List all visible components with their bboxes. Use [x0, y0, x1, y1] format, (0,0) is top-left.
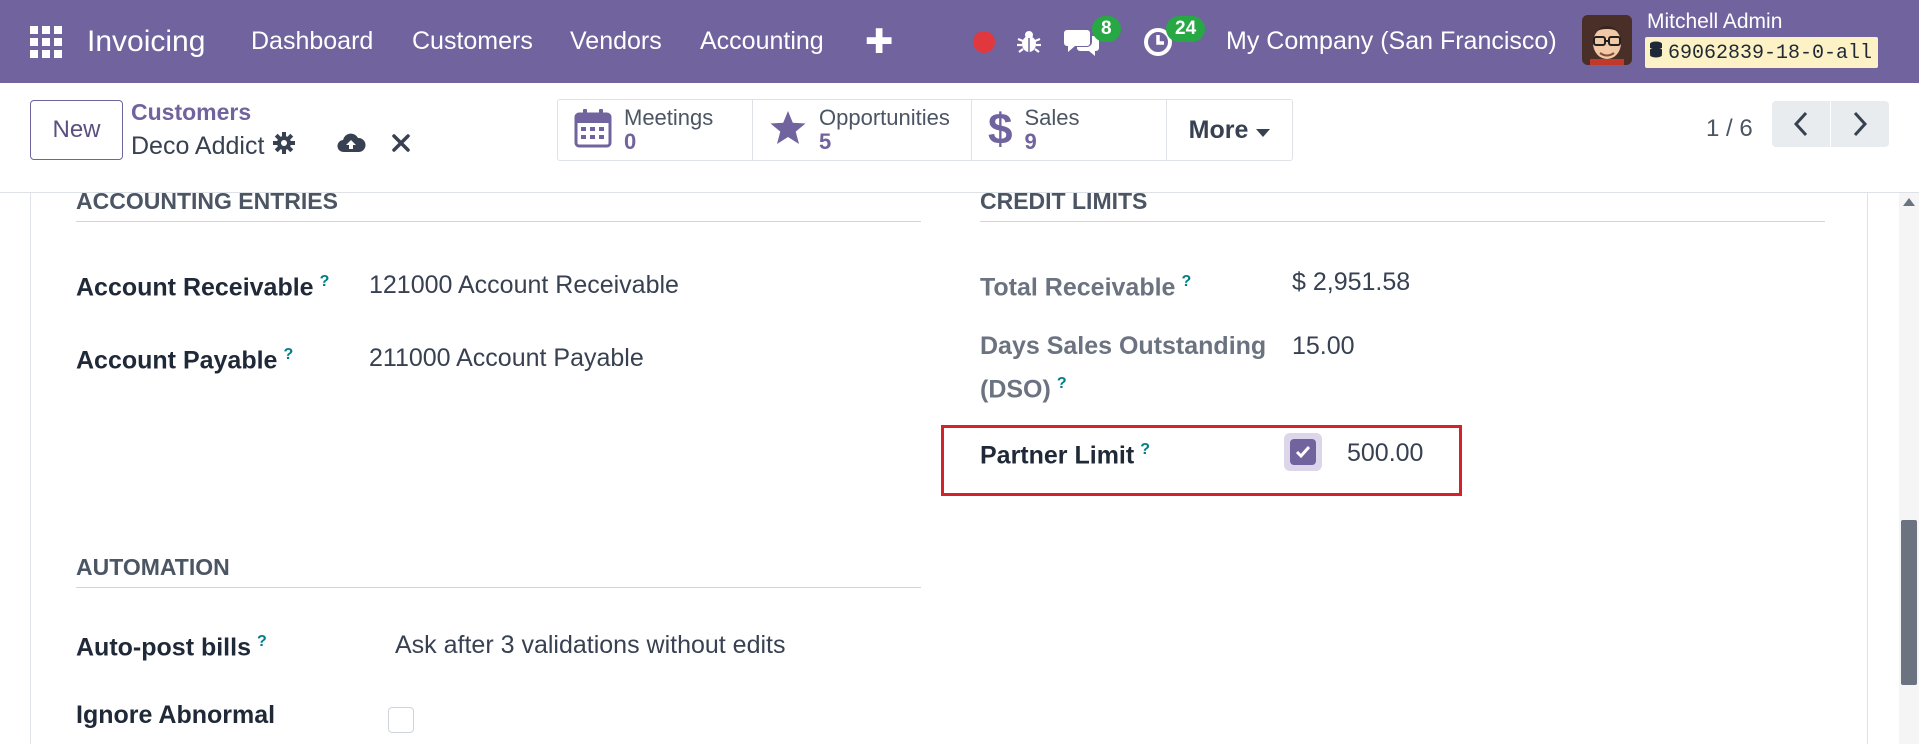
- database-badge: 69062839-18-0-all: [1645, 37, 1879, 68]
- bug-icon[interactable]: [1016, 0, 1042, 83]
- help-icon[interactable]: ?: [1057, 375, 1067, 392]
- menu-dashboard[interactable]: Dashboard: [251, 0, 373, 83]
- account-payable-label-wrap: Account Payable?: [76, 336, 293, 379]
- account-payable-field[interactable]: 211000 Account Payable: [369, 339, 644, 377]
- meetings-button[interactable]: Meetings 0: [558, 100, 753, 160]
- control-panel: New Customers Deco Addict Meetings 0 Opp…: [0, 83, 1919, 193]
- top-navbar: Invoicing Dashboard Customers Vendors Ac…: [0, 0, 1919, 83]
- dollar-icon: $: [988, 105, 1013, 154]
- dso-value: 15.00: [1292, 332, 1355, 360]
- accounting-entries-title: ACCOUNTING ENTRIES: [76, 188, 921, 222]
- activity-clock-icon[interactable]: [1142, 0, 1174, 83]
- automation-title: AUTOMATION: [76, 554, 921, 588]
- meetings-label: Meetings: [624, 105, 714, 130]
- discard-close-icon[interactable]: [390, 132, 412, 159]
- total-receivable-value: $ 2,951.58: [1292, 268, 1411, 296]
- pager-previous-button[interactable]: [1772, 101, 1830, 147]
- form-sheet: ACCOUNTING ENTRIES Account Receivable? 1…: [30, 188, 1868, 744]
- chevron-left-icon: [1793, 111, 1808, 137]
- new-button[interactable]: New: [30, 100, 123, 160]
- highlight-box: [941, 425, 1462, 496]
- menu-accounting[interactable]: Accounting: [700, 0, 824, 83]
- app-brand[interactable]: Invoicing: [87, 0, 205, 83]
- total-receivable-label: Total Receivable: [980, 273, 1176, 302]
- chat-icon[interactable]: [1063, 0, 1101, 83]
- record-icon[interactable]: [973, 0, 995, 83]
- opportunities-label: Opportunities: [819, 105, 950, 130]
- database-icon: [1649, 41, 1663, 66]
- plus-icon[interactable]: ✚: [865, 0, 894, 83]
- pager-next-button[interactable]: [1831, 101, 1889, 147]
- sales-count: 9: [1024, 129, 1037, 154]
- credit-limits-title: CREDIT LIMITS: [980, 188, 1825, 222]
- dso-label-line1: Days Sales Outstanding: [980, 332, 1267, 360]
- user-avatar[interactable]: [1582, 15, 1632, 65]
- opportunities-count: 5: [819, 129, 832, 154]
- meetings-count: 0: [624, 129, 637, 154]
- menu-vendors[interactable]: Vendors: [570, 0, 662, 83]
- more-label: More: [1188, 115, 1249, 144]
- help-icon[interactable]: ?: [320, 273, 330, 290]
- total-receivable-label-wrap: Total Receivable?: [980, 263, 1191, 306]
- opportunities-button[interactable]: Opportunities 5: [753, 100, 972, 160]
- account-receivable-label-wrap: Account Receivable?: [76, 263, 329, 306]
- menu-customers[interactable]: Customers: [412, 0, 533, 83]
- save-cloud-icon[interactable]: [336, 132, 366, 161]
- sales-button[interactable]: $ Sales 9: [972, 100, 1167, 160]
- scrollbar-thumb[interactable]: [1901, 520, 1917, 685]
- auto-post-label: Auto-post bills: [76, 633, 251, 662]
- company-switcher[interactable]: My Company (San Francisco): [1226, 0, 1557, 83]
- user-name[interactable]: Mitchell Admin: [1647, 10, 1782, 34]
- dso-label-line2: (DSO): [980, 375, 1051, 404]
- breadcrumb-current: Deco Addict: [131, 131, 296, 162]
- ignore-abnormal-label: Ignore Abnormal: [76, 701, 276, 729]
- smart-buttons: Meetings 0 Opportunities 5 $ Sales 9 Mor: [557, 99, 1293, 161]
- activity-count-badge: 24: [1166, 16, 1206, 42]
- more-dropdown[interactable]: More: [1167, 100, 1292, 160]
- database-name: 69062839-18-0-all: [1668, 42, 1873, 65]
- calendar-icon: [574, 108, 612, 153]
- account-receivable-field[interactable]: 121000 Account Receivable: [369, 266, 679, 304]
- account-payable-label: Account Payable: [76, 346, 278, 375]
- chevron-right-icon: [1853, 111, 1868, 137]
- account-receivable-label: Account Receivable: [76, 273, 314, 302]
- breadcrumb-parent[interactable]: Customers: [131, 99, 251, 126]
- record-name: Deco Addict: [131, 132, 265, 160]
- gear-icon[interactable]: [272, 131, 296, 162]
- help-icon[interactable]: ?: [1181, 273, 1191, 290]
- auto-post-select[interactable]: Ask after 3 validations without edits: [395, 626, 785, 664]
- pager-value[interactable]: 1 / 6: [1706, 105, 1753, 153]
- help-icon[interactable]: ?: [283, 346, 293, 363]
- chat-count-badge: 8: [1092, 16, 1121, 42]
- scroll-up-icon[interactable]: [1903, 198, 1915, 206]
- caret-down-icon: [1256, 116, 1271, 145]
- dso-label-line2-wrap: (DSO)?: [980, 365, 1067, 408]
- help-icon[interactable]: ?: [257, 633, 267, 650]
- auto-post-label-wrap: Auto-post bills?: [76, 623, 267, 666]
- ignore-abnormal-checkbox[interactable]: [388, 707, 414, 733]
- star-icon: [769, 109, 807, 152]
- apps-grid-icon[interactable]: [30, 0, 66, 83]
- sales-label: Sales: [1024, 105, 1080, 130]
